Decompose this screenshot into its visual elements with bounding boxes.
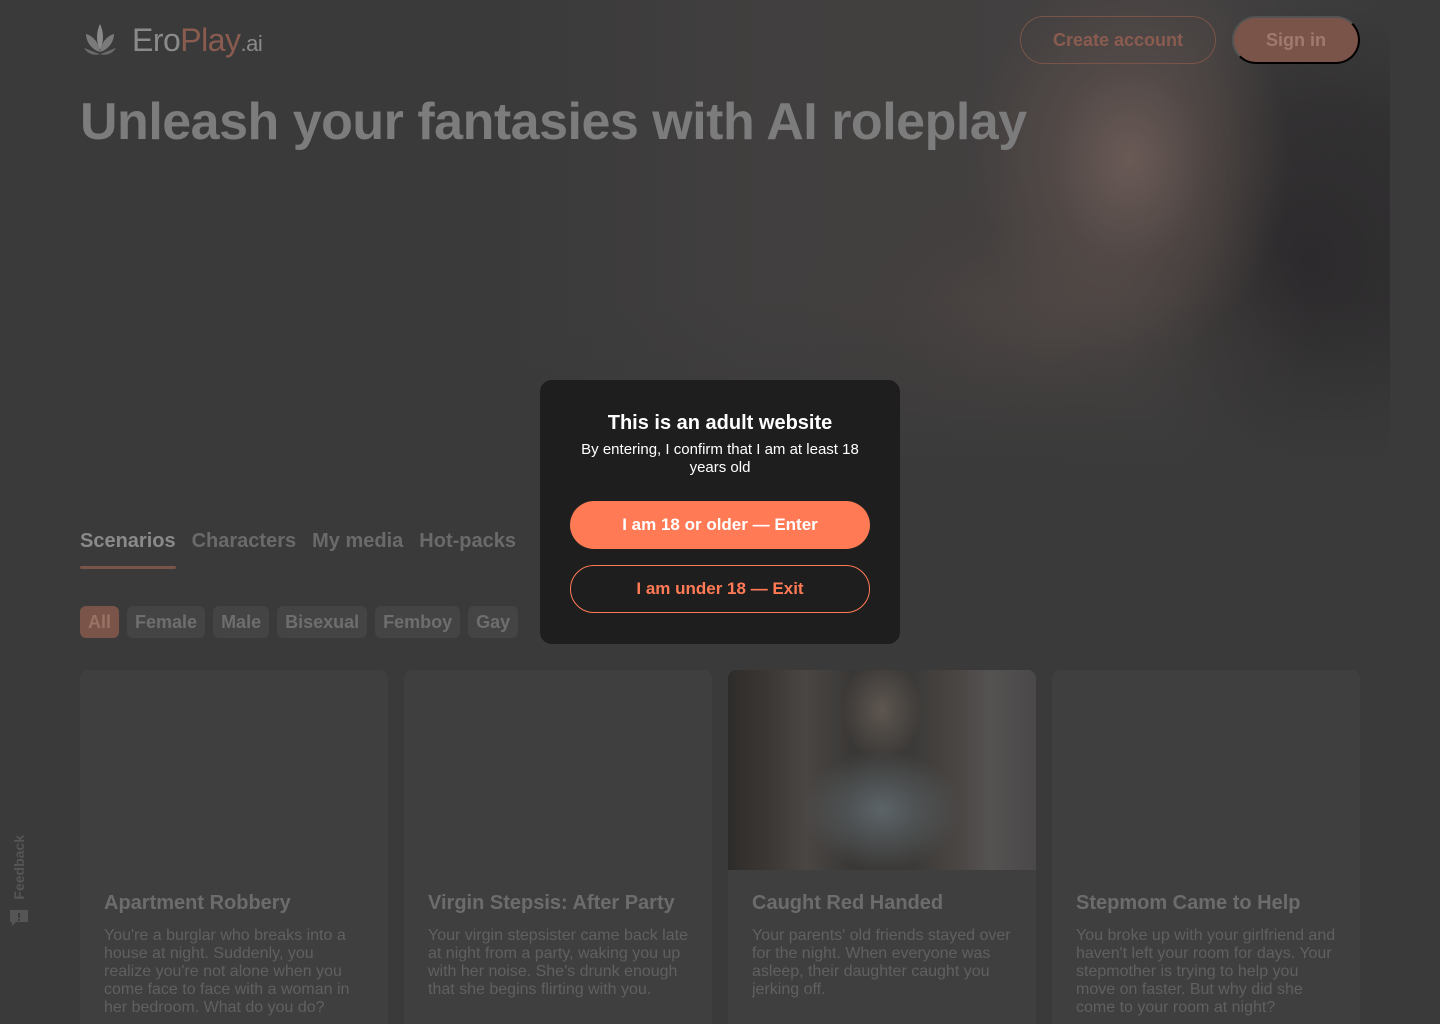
scenario-card[interactable]: Caught Red Handed Your parents' old frie…: [728, 670, 1036, 1024]
scenario-card[interactable]: Virgin Stepsis: After Party Your virgin …: [404, 670, 712, 1024]
sign-in-button[interactable]: Sign in: [1232, 16, 1360, 64]
page: EroPlay.ai Create account Sign in Unleas…: [0, 0, 1440, 1024]
modal-title: This is an adult website: [607, 412, 833, 434]
card-title: Virgin Stepsis: After Party: [428, 892, 675, 914]
card-image: [1052, 670, 1360, 870]
card-title: Caught Red Handed: [752, 892, 944, 914]
tab-characters[interactable]: Characters: [192, 530, 297, 569]
logo-text-ero: Ero: [132, 21, 181, 58]
card-title: Stepmom Came to Help: [1076, 892, 1301, 914]
scenario-card[interactable]: Stepmom Came to Help You broke up with y…: [1052, 670, 1360, 1024]
card-description: You're a burglar who breaks into a house…: [104, 927, 350, 1016]
header-actions: Create account Sign in: [1019, 16, 1360, 64]
filter-female[interactable]: Female: [127, 606, 206, 638]
content-tabs: Scenarios Characters My media Hot-packs: [80, 530, 516, 569]
header: EroPlay.ai Create account Sign in: [80, 16, 1360, 64]
card-body: Apartment Robbery You're a burglar who b…: [80, 870, 388, 1024]
card-body: Stepmom Came to Help You broke up with y…: [1052, 870, 1360, 1024]
feedback-tab[interactable]: Feedback: [6, 835, 32, 945]
card-body: Caught Red Handed Your parents' old frie…: [728, 870, 1036, 1021]
card-description: Your parents' old friends stayed over fo…: [752, 927, 1011, 998]
create-account-button[interactable]: Create account: [1019, 16, 1216, 64]
logo-text: EroPlay.ai: [132, 21, 263, 59]
tab-hot-packs[interactable]: Hot-packs: [419, 530, 516, 569]
card-image: [728, 670, 1036, 870]
card-body: Virgin Stepsis: After Party Your virgin …: [404, 870, 712, 1021]
tab-my-media[interactable]: My media: [312, 530, 403, 569]
card-image: [404, 670, 712, 870]
feedback-label: Feedback: [11, 835, 27, 900]
filter-femboy[interactable]: Femboy: [375, 606, 461, 638]
scenario-cards: Apartment Robbery You're a burglar who b…: [80, 670, 1360, 1024]
card-description: You broke up with your girlfriend and ha…: [1076, 927, 1336, 1016]
leaf-logo-icon: [84, 24, 116, 55]
tab-scenarios[interactable]: Scenarios: [80, 530, 176, 569]
logo[interactable]: EroPlay.ai: [80, 20, 263, 60]
filter-bisexual[interactable]: Bisexual: [277, 606, 368, 638]
feedback-icon: [10, 909, 28, 926]
filter-all[interactable]: All: [80, 606, 120, 638]
logo-text-play: Play: [180, 21, 241, 58]
logo-text-ai: .ai: [240, 30, 263, 56]
card-image: [80, 670, 388, 870]
hero-headline: Unleash your fantasies with AI roleplay: [80, 93, 1027, 151]
card-description: Your virgin stepsister came back late at…: [428, 927, 688, 998]
exit-button[interactable]: I am under 18 — Exit: [570, 565, 870, 613]
age-verification-modal: This is an adult website By entering, I …: [540, 380, 900, 644]
category-filters: All Female Male Bisexual Femboy Gay: [80, 606, 519, 638]
scenario-card[interactable]: Apartment Robbery You're a burglar who b…: [80, 670, 388, 1024]
enter-button[interactable]: I am 18 or older — Enter: [570, 501, 870, 549]
filter-male[interactable]: Male: [213, 606, 270, 638]
modal-subtitle: By entering, I confirm that I am at leas…: [581, 441, 859, 476]
filter-gay[interactable]: Gay: [468, 606, 519, 638]
card-title: Apartment Robbery: [104, 892, 291, 914]
